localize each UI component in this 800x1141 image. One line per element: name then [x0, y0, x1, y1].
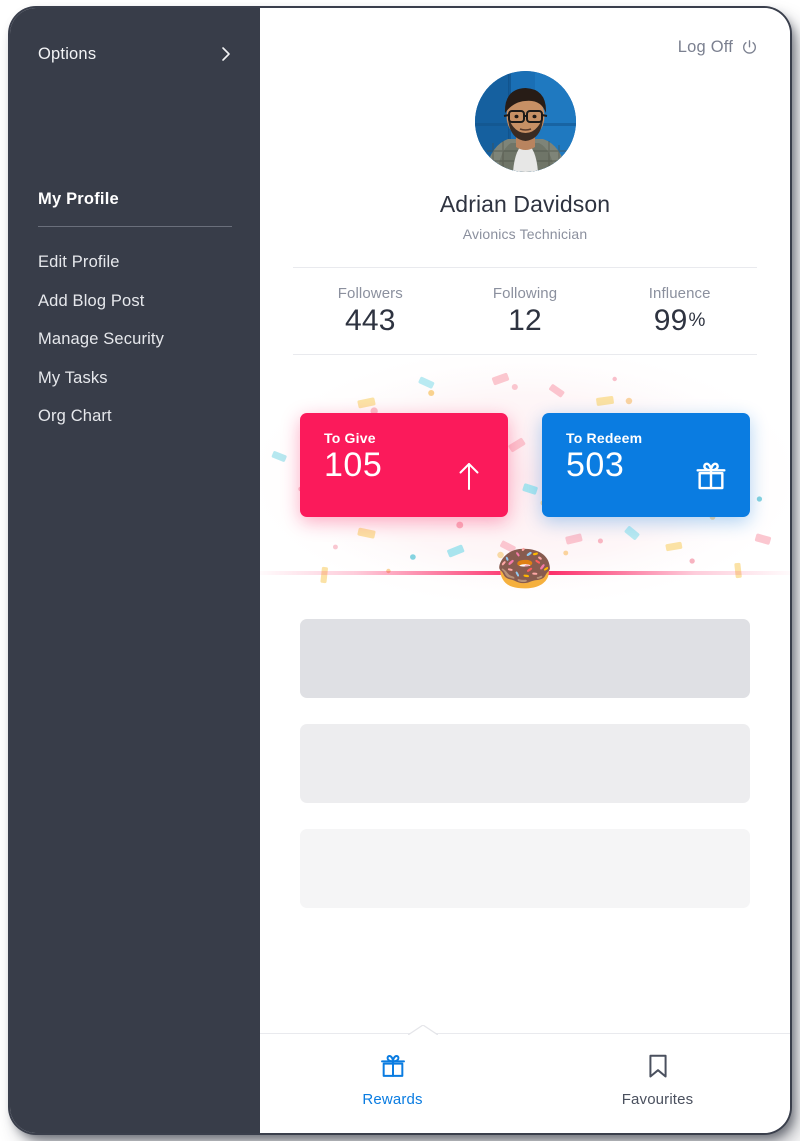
profile-name: Adrian Davidson	[439, 191, 611, 217]
stat-influence: Influence 99%	[602, 285, 757, 338]
to-redeem-label: To Redeem	[566, 430, 643, 446]
options-row[interactable]: Options	[10, 36, 260, 72]
stat-followers: Followers 443	[293, 285, 448, 338]
stat-value: 12	[448, 304, 603, 338]
sidebar-item-edit-profile[interactable]: Edit Profile	[38, 243, 232, 282]
avatar	[474, 71, 576, 172]
tab-label: Favourites	[621, 1091, 694, 1108]
bottom-tab-bar: Rewards Favourites	[260, 1025, 790, 1133]
to-give-card[interactable]: To Give 105	[300, 413, 508, 517]
sidebar-item-org-chart[interactable]: Org Chart	[38, 397, 232, 436]
app-window: Options My Profile Edit Profile Add Blog…	[10, 8, 790, 1133]
tab-rewards[interactable]: Rewards	[260, 1052, 525, 1108]
power-icon[interactable]	[741, 39, 758, 56]
stat-suffix: %	[688, 310, 706, 331]
stat-number: 99	[653, 304, 688, 337]
sidebar-item-add-blog-post[interactable]: Add Blog Post	[38, 282, 232, 321]
list-item[interactable]	[300, 829, 750, 908]
to-redeem-card[interactable]: To Redeem 503	[542, 413, 750, 517]
sidebar-menu: Edit Profile Add Blog Post Manage Securi…	[38, 243, 232, 436]
sidebar-section-title: My Profile	[38, 190, 119, 208]
list-item[interactable]	[300, 619, 750, 698]
stats-row: Followers 443 Following 12 Influence 99%	[293, 267, 757, 355]
sidebar-item-manage-security[interactable]: Manage Security	[38, 320, 232, 359]
sidebar-profile-section: My Profile Edit Profile Add Blog Post Ma…	[10, 190, 260, 436]
tab-label: Rewards	[362, 1091, 423, 1108]
profile-block: Adrian Davidson Avionics Technician	[260, 71, 790, 242]
rewards-zone: To Give 105 To Redeem 503 🍩	[260, 357, 790, 607]
sidebar-item-my-tasks[interactable]: My Tasks	[38, 359, 232, 398]
main-content: Log Off Adrian Davidson Avionics Technic…	[260, 8, 790, 1133]
donut-divider: 🍩	[260, 545, 790, 601]
to-give-label: To Give	[324, 430, 376, 446]
stat-label: Followers	[337, 285, 403, 302]
stat-label: Following	[492, 285, 558, 302]
profile-role: Avionics Technician	[462, 226, 588, 242]
gift-icon	[694, 459, 728, 493]
log-off-label: Log Off	[677, 38, 733, 56]
stat-value: 99%	[602, 304, 757, 338]
log-off-button[interactable]: Log Off	[260, 8, 790, 57]
active-tab-notch-icon	[408, 1025, 438, 1035]
gift-icon	[379, 1052, 407, 1080]
chevron-right-icon[interactable]	[218, 46, 234, 62]
stat-number: 12	[508, 304, 542, 337]
stat-value: 443	[293, 304, 448, 338]
tab-favourites[interactable]: Favourites	[525, 1052, 790, 1108]
stat-following: Following 12	[448, 285, 603, 338]
placeholder-list	[260, 607, 790, 908]
sidebar-divider	[38, 226, 232, 227]
bookmark-icon	[644, 1052, 672, 1080]
sidebar: Options My Profile Edit Profile Add Blog…	[10, 8, 260, 1133]
arrow-up-icon	[452, 459, 486, 493]
options-label: Options	[38, 44, 97, 63]
donut-icon: 🍩	[496, 542, 554, 594]
list-item[interactable]	[300, 724, 750, 803]
stat-label: Influence	[648, 285, 711, 302]
reward-cards: To Give 105 To Redeem 503	[300, 413, 750, 517]
stat-number: 443	[345, 304, 396, 337]
